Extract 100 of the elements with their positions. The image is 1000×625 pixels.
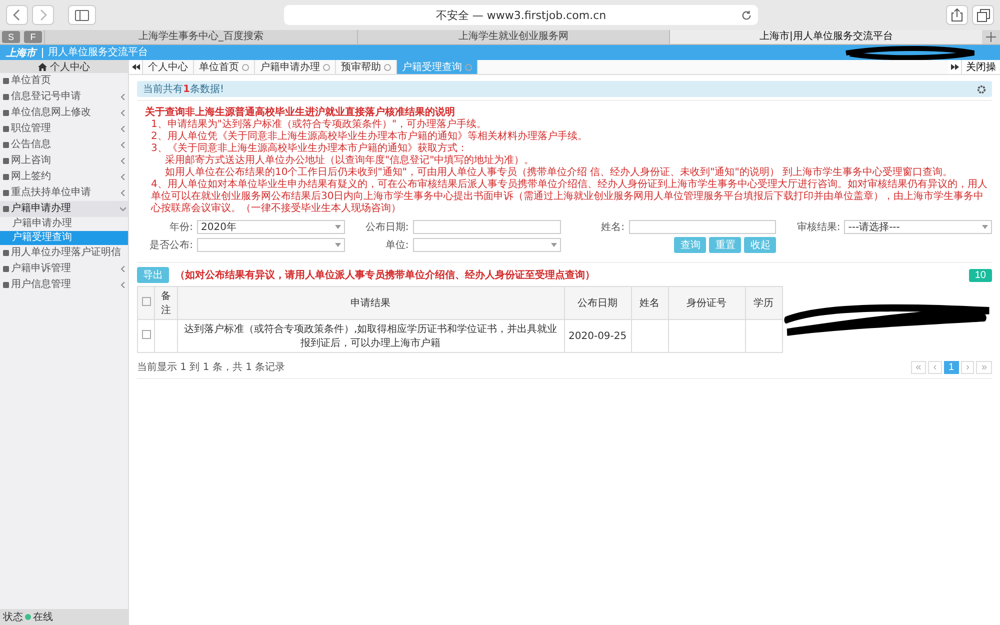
menu-item-icon <box>3 110 9 116</box>
menu-item-icon <box>3 282 9 288</box>
menu-item-icon <box>3 142 9 148</box>
column-header[interactable]: 身份证号 <box>668 286 746 320</box>
chevron-icon <box>120 174 126 180</box>
filter-label: 姓名: <box>600 221 624 234</box>
sidebar-item[interactable]: 单位首页 <box>0 73 128 89</box>
online-status-icon <box>25 614 31 620</box>
page-tab[interactable]: 单位首页 <box>194 60 255 74</box>
menu-item-icon <box>3 78 9 84</box>
caret-icon <box>550 243 556 247</box>
sidebar-item[interactable]: 用户信息管理 <box>0 277 128 293</box>
record-count-text: 当前共有1条数据! <box>143 82 224 96</box>
sidebar-item[interactable]: 户籍申请办理 <box>0 201 128 217</box>
table-cell: 2020-09-25 <box>564 320 632 352</box>
close-tab-icon[interactable] <box>323 64 330 70</box>
menu-item-icon <box>3 206 9 212</box>
sidebar-item[interactable]: 单位信息网上修改 <box>0 105 128 121</box>
app-title: 用人单位服务交流平台 <box>42 48 148 58</box>
menu-item-icon <box>3 126 9 132</box>
caret-icon <box>334 243 341 247</box>
scroll-right-button[interactable] <box>948 60 962 74</box>
chevron-icon <box>120 126 126 132</box>
sidebar-item[interactable]: 用人单位办理落户证明信 <box>0 245 128 261</box>
select-field[interactable]: 2020年 <box>197 220 345 234</box>
plus-icon <box>986 32 996 42</box>
notice-text: 采用邮寄方式送达用人单位办公地址（以查询年度"信息登记"中填写的地址为准）。 <box>164 155 536 166</box>
status-label: 状态 <box>3 610 23 624</box>
input-field[interactable] <box>628 220 776 234</box>
sidebar-item[interactable]: 信息登记号申请 <box>0 89 128 105</box>
sidebar-item[interactable]: 公告信息 <box>0 137 128 153</box>
logo: 上海市 <box>6 46 36 60</box>
column-header[interactable]: 申请结果 <box>177 286 564 320</box>
notice-text: 3、《关于同意非上海生源高校毕业生办理本市户籍的通知》获取方式： <box>150 143 468 154</box>
reload-icon[interactable] <box>741 10 752 20</box>
filter-label: 是否公布: <box>148 239 193 252</box>
select-field[interactable] <box>412 238 560 252</box>
browser-tab[interactable]: 上海学生事务中心_百度搜索 <box>44 30 357 44</box>
menu-item-icon <box>3 174 9 180</box>
double-right-icon <box>950 64 958 70</box>
caret-icon <box>982 225 988 229</box>
select-field[interactable] <box>197 238 345 252</box>
column-header[interactable]: 姓名 <box>631 286 668 320</box>
back-icon <box>13 9 21 21</box>
forward-button[interactable] <box>32 5 54 25</box>
sidebar-subitem[interactable]: 户籍申请办理 <box>0 217 128 231</box>
sidebar-item[interactable]: 重点扶持单位申请 <box>0 185 128 201</box>
scroll-left-button[interactable] <box>129 60 143 74</box>
page-tab[interactable]: 户籍申请办理 <box>255 60 336 74</box>
menu-item-icon <box>3 158 9 164</box>
page-tab[interactable]: 个人中心 <box>143 60 194 74</box>
close-tab-icon[interactable] <box>384 64 391 70</box>
row-checkbox[interactable] <box>142 330 150 339</box>
sidebar-toggle-button[interactable] <box>68 5 96 25</box>
status-text: 在线 <box>33 610 53 624</box>
chevron-icon <box>120 110 126 116</box>
chevron-icon <box>120 158 126 164</box>
table-note: （如对公布结果有异议，请用人单位派人事专员携带单位介绍信、经办人身份证至受理点查询） <box>175 268 595 282</box>
notice-text: 1、申请结果为"达到落户标准（或符合专项政策条件）"，可办理落户手续。 <box>150 119 488 130</box>
menu-item-icon <box>3 250 9 256</box>
chevron-icon <box>120 142 126 148</box>
notice-text: 2、用人单位凭《关于同意非上海生源高校毕业生办理本市户籍的通知》等相关材料办理落户手续。 <box>150 131 588 142</box>
chevron-icon <box>120 266 126 272</box>
header-checkbox[interactable] <box>142 297 150 306</box>
select-field[interactable]: ---请选择--- <box>844 220 992 234</box>
chevron-icon <box>120 190 126 196</box>
tabs-button[interactable] <box>972 5 994 25</box>
column-header[interactable]: 公布日期 <box>564 286 632 320</box>
sidebar-header[interactable]: 个人中心 <box>0 60 128 73</box>
sidebar-item[interactable]: 职位管理 <box>0 121 128 137</box>
forward-icon <box>39 9 47 21</box>
column-header[interactable]: 备注 <box>154 286 178 320</box>
address-bar[interactable]: 不安全 — www3.firstjob.com.cn <box>284 5 758 25</box>
favorite-button[interactable]: F <box>24 31 42 43</box>
close-tabs-button[interactable]: 关闭操 <box>962 60 1000 74</box>
notice-text: 4、用人单位如对本单位毕业生申办结果有疑义的，可在公布审核结果后派人事专员携带单位介绍信、经办人身份证到上海市学生事务中心受理大厅进行咨询。如对审核结果仍有异议的，用人单位可以在就业创业服务网公布结果后30日内向上海市学生事务中心提出书面申诉（需通过上海就业创业服务网用人单位管理服务平台填报后下载打印并由单位盖章），由上海市学生事务中心按联席会议审议。（一律不接受毕业生本人现场咨询） <box>150 179 988 215</box>
table-cell: 达到落户标准（或符合专项政策条件）,如取得相应学历证书和学位证书，并出具就业报到证后，可以办理上海市户籍 <box>177 320 564 352</box>
share-icon <box>951 8 963 22</box>
column-header[interactable]: 学历 <box>745 286 782 320</box>
notice-title: 关于查询非上海生源普通高校毕业生进沪就业直接落户核准结果的说明 <box>145 107 456 118</box>
tabs-icon <box>976 8 990 22</box>
favorite-button[interactable]: S <box>2 31 20 43</box>
home-icon <box>38 62 47 70</box>
notice-text: 如用人单位在公布结果的10个工作日后仍未收到"通知"，可由用人单位人事专员（携带单位介绍 信、经办人身份证、未收到"通知"的说明） 到上海市学生事务中心受理窗口查询。 <box>164 167 954 178</box>
share-button[interactable] <box>946 5 968 25</box>
menu-item-icon <box>3 266 9 272</box>
close-tab-icon[interactable] <box>242 64 249 70</box>
sidebar-item[interactable]: 户籍申诉管理 <box>0 261 128 277</box>
filter-label: 单位: <box>384 238 409 252</box>
sidebar-icon <box>75 10 89 20</box>
chevron-icon <box>120 206 126 212</box>
filter-label: 年份: <box>168 221 193 234</box>
filter-label: 公布日期: <box>364 220 409 234</box>
sidebar-item[interactable]: 网上咨询 <box>0 153 128 169</box>
browser-tab[interactable]: 上海市|用人单位服务交流平台 <box>669 30 982 44</box>
settings-icon[interactable] <box>977 84 986 94</box>
sidebar-item[interactable]: 网上签约 <box>0 169 128 185</box>
input-field[interactable] <box>412 220 560 234</box>
back-button[interactable] <box>6 5 28 25</box>
chevron-icon <box>120 282 126 288</box>
